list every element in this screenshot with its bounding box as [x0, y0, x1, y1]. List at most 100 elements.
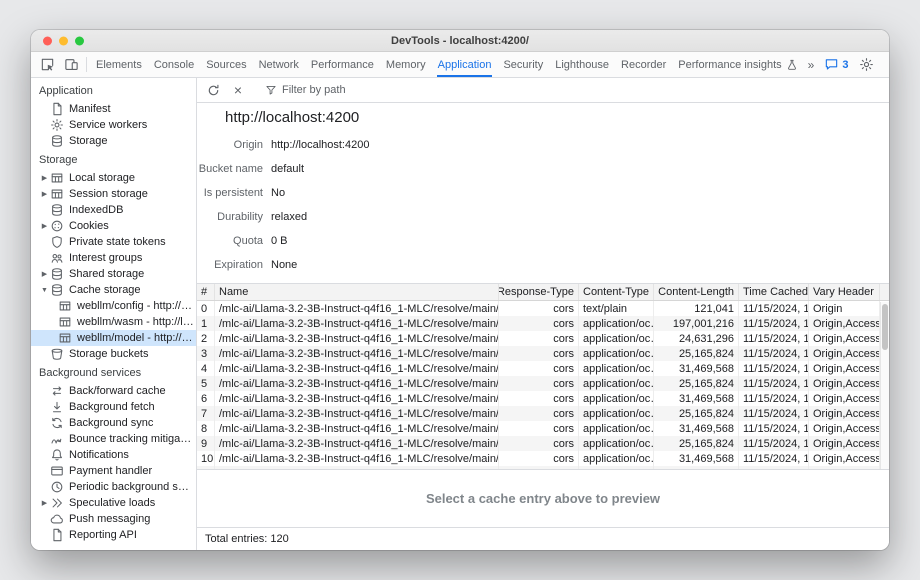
zoom-window-button[interactable]: [75, 36, 84, 45]
sidebar-item-notifications[interactable]: Notifications: [31, 447, 196, 463]
tab-performance-insights[interactable]: Performance insights: [672, 52, 803, 77]
table-row[interactable]: 0 /mlc-ai/Llama-3.2-3B-Instruct-q4f16_1-…: [197, 301, 880, 316]
table-row[interactable]: 1 /mlc-ai/Llama-3.2-3B-Instruct-q4f16_1-…: [197, 316, 880, 331]
cell-content-type: application/oc…: [579, 316, 654, 331]
sidebar-item-periodic-background-sync[interactable]: Periodic background sync: [31, 479, 196, 495]
sidebar-item-private-state-tokens[interactable]: Private state tokens: [31, 234, 196, 250]
cell-name: /mlc-ai/Llama-3.2-3B-Instruct-q4f16_1-ML…: [215, 361, 499, 376]
delete-selected-icon[interactable]: ×: [227, 80, 249, 100]
sidebar-item-payment-handler[interactable]: Payment handler: [31, 463, 196, 479]
cell-vary-header: Origin,Access…: [809, 331, 880, 346]
cell-content-length: 25,165,824: [654, 436, 739, 451]
sidebar-item-interest-groups[interactable]: Interest groups: [31, 250, 196, 266]
sidebar-item-label: webllm/model - http://loc…: [77, 332, 196, 344]
table-row[interactable]: 5 /mlc-ai/Llama-3.2-3B-Instruct-q4f16_1-…: [197, 376, 880, 391]
inspect-element-icon[interactable]: [35, 52, 59, 77]
sidebar-item-speculative-loads[interactable]: ▶ Speculative loads: [31, 495, 196, 511]
sidebar-item-service-workers[interactable]: Service workers: [31, 117, 196, 133]
disclosure-arrow-icon[interactable]: ▶: [39, 222, 50, 230]
column-header-response-type[interactable]: Response-Type: [499, 284, 579, 300]
sidebar-item-back-forward-cache[interactable]: Back/forward cache: [31, 383, 196, 399]
sidebar-item-cookies[interactable]: ▶ Cookies: [31, 218, 196, 234]
close-window-button[interactable]: [43, 36, 52, 45]
devtools-tabbar: Elements Console Sources Network Perform…: [31, 52, 889, 78]
table-row[interactable]: 11 /mlc-ai/Llama-3.2-3B-Instruct-q4f16_1…: [197, 466, 880, 469]
column-header-index[interactable]: #: [197, 284, 215, 300]
cloud-icon: [50, 512, 64, 526]
column-header-content-length[interactable]: Content-Length: [654, 284, 739, 300]
tab-security[interactable]: Security: [497, 52, 549, 77]
sidebar-item-manifest[interactable]: Manifest: [31, 101, 196, 117]
table-row[interactable]: 4 /mlc-ai/Llama-3.2-3B-Instruct-q4f16_1-…: [197, 361, 880, 376]
section-title-background-services: Background services: [31, 362, 196, 383]
column-header-time-cached[interactable]: Time Cached: [739, 284, 809, 300]
refresh-icon[interactable]: [202, 80, 224, 100]
disclosure-arrow-icon[interactable]: ▶: [39, 270, 50, 278]
sidebar-item-label: Payment handler: [69, 465, 196, 477]
column-header-name[interactable]: Name: [215, 284, 499, 300]
tab-lighthouse[interactable]: Lighthouse: [549, 52, 615, 77]
tab-sources[interactable]: Sources: [200, 52, 252, 77]
tab-label: Memory: [386, 59, 426, 71]
table-row[interactable]: 6 /mlc-ai/Llama-3.2-3B-Instruct-q4f16_1-…: [197, 391, 880, 406]
sidebar-item-background-fetch[interactable]: Background fetch: [31, 399, 196, 415]
cell-content-type: application/oc…: [579, 391, 654, 406]
sidebar-item-webllm-config[interactable]: webllm/config - http://loc…: [31, 298, 196, 314]
tab-memory[interactable]: Memory: [380, 52, 432, 77]
disclosure-arrow-icon[interactable]: ▼: [39, 287, 50, 294]
tab-performance[interactable]: Performance: [305, 52, 380, 77]
settings-gear-icon[interactable]: [854, 57, 878, 72]
sidebar-item-cache-storage[interactable]: ▼ Cache storage: [31, 282, 196, 298]
tab-recorder[interactable]: Recorder: [615, 52, 672, 77]
more-options-icon[interactable]: ⋮: [881, 57, 889, 73]
sidebar-item-label: Push messaging: [69, 513, 196, 525]
sidebar-item-label: Cookies: [69, 220, 196, 232]
table-row[interactable]: 2 /mlc-ai/Llama-3.2-3B-Instruct-q4f16_1-…: [197, 331, 880, 346]
sync-icon: [50, 416, 64, 430]
device-toolbar-icon[interactable]: [59, 52, 83, 77]
table-row[interactable]: 8 /mlc-ai/Llama-3.2-3B-Instruct-q4f16_1-…: [197, 421, 880, 436]
tab-label: Console: [154, 59, 194, 71]
tab-elements[interactable]: Elements: [90, 52, 148, 77]
sidebar-item-storage-buckets[interactable]: Storage buckets: [31, 346, 196, 362]
sidebar-item-reporting-api[interactable]: Reporting API: [31, 527, 196, 543]
sidebar-item-storage[interactable]: Storage: [31, 133, 196, 149]
cell-response-type: cors: [499, 316, 579, 331]
column-header-vary-header[interactable]: Vary Header: [809, 284, 880, 300]
table-scrollbar[interactable]: [880, 302, 889, 469]
tab-console[interactable]: Console: [148, 52, 200, 77]
filter-input[interactable]: Filter by path: [262, 84, 346, 96]
cell-index: 5: [197, 376, 215, 391]
table-row[interactable]: 7 /mlc-ai/Llama-3.2-3B-Instruct-q4f16_1-…: [197, 406, 880, 421]
sidebar-item-indexeddb[interactable]: IndexedDB: [31, 202, 196, 218]
tab-application[interactable]: Application: [432, 52, 498, 77]
sidebar-item-local-storage[interactable]: ▶ Local storage: [31, 170, 196, 186]
sidebar-item-webllm-wasm[interactable]: webllm/wasm - http://loca…: [31, 314, 196, 330]
table-row[interactable]: 3 /mlc-ai/Llama-3.2-3B-Instruct-q4f16_1-…: [197, 346, 880, 361]
cell-content-type: application/oc…: [579, 436, 654, 451]
sidebar-item-bounce-tracking-mitigations[interactable]: Bounce tracking mitigations: [31, 431, 196, 447]
scrollbar-thumb[interactable]: [882, 304, 888, 350]
disclosure-arrow-icon[interactable]: ▶: [39, 499, 50, 507]
sidebar-item-push-messaging[interactable]: Push messaging: [31, 511, 196, 527]
table-row[interactable]: 10 /mlc-ai/Llama-3.2-3B-Instruct-q4f16_1…: [197, 451, 880, 466]
sidebar-item-session-storage[interactable]: ▶ Session storage: [31, 186, 196, 202]
sidebar-item-label: Reporting API: [69, 529, 196, 541]
toolbar-divider: [86, 57, 87, 72]
console-messages-button[interactable]: 3: [821, 57, 851, 72]
disclosure-arrow-icon[interactable]: ▶: [39, 174, 50, 182]
sidebar-item-webllm-model[interactable]: webllm/model - http://loc…: [31, 330, 196, 346]
tab-network[interactable]: Network: [253, 52, 305, 77]
cell-index: 8: [197, 421, 215, 436]
table-row[interactable]: 9 /mlc-ai/Llama-3.2-3B-Instruct-q4f16_1-…: [197, 436, 880, 451]
more-tabs-icon[interactable]: »: [804, 58, 819, 72]
sidebar-item-background-sync[interactable]: Background sync: [31, 415, 196, 431]
database-icon: [50, 283, 64, 297]
sidebar-item-label: Periodic background sync: [69, 481, 196, 493]
report-row: Quota 0 B: [197, 229, 889, 253]
sidebar-item-shared-storage[interactable]: ▶ Shared storage: [31, 266, 196, 282]
titlebar[interactable]: DevTools - localhost:4200/: [31, 30, 889, 52]
column-header-content-type[interactable]: Content-Type: [579, 284, 654, 300]
disclosure-arrow-icon[interactable]: ▶: [39, 190, 50, 198]
minimize-window-button[interactable]: [59, 36, 68, 45]
